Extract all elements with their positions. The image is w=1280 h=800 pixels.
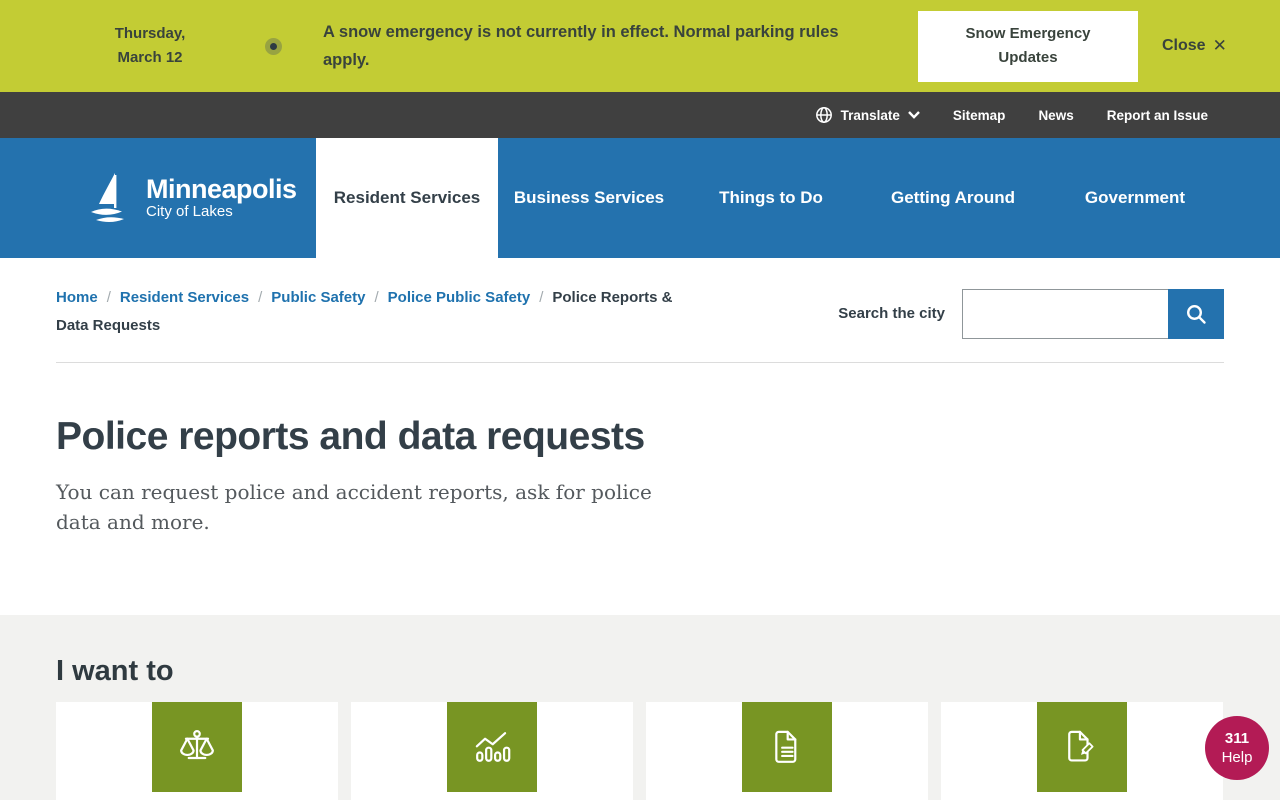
utility-link-news[interactable]: News [1038,108,1073,123]
breadcrumb-separator: / [107,289,111,306]
scales-of-justice-icon [166,716,228,778]
snow-status-dot-icon [265,38,282,55]
banner-close-button[interactable]: Close ✕ [1162,36,1227,56]
i-want-to-heading: I want to [56,655,1224,688]
tab-government[interactable]: Government [1044,138,1226,258]
breadcrumb: Home / Resident Services / Public Safety / Pol… [56,284,676,340]
snow-alert-banner: Thursday, March 12 A snow emergency is n… [0,0,1280,92]
banner-date-line2: March 12 [113,46,187,70]
card-icon-tile [447,702,537,792]
logo-subtitle: City of Lakes [146,203,297,221]
translate-label: Translate [841,108,900,123]
banner-date-line1: Thursday, [113,22,187,46]
tab-things-to-do[interactable]: Things to Do [680,138,862,258]
document-edit-icon [1051,716,1113,778]
breadcrumb-separator: / [258,289,262,306]
utility-link-sitemap[interactable]: Sitemap [953,108,1006,123]
breadcrumb-link-police-public-safety[interactable]: Police Public Safety [388,289,531,306]
main-nav: Minneapolis City of Lakes Resident Servi… [0,138,1280,258]
card-document-edit[interactable] [941,702,1223,800]
search-button[interactable] [1168,289,1224,339]
card-scales[interactable] [56,702,338,800]
search-label: Search the city [838,305,945,322]
card-chart[interactable] [351,702,633,800]
search-input[interactable] [962,289,1168,339]
card-document[interactable] [646,702,928,800]
translate-menu[interactable]: Translate [815,106,920,124]
logo-title: Minneapolis [146,175,297,203]
banner-date: Thursday, March 12 [113,22,187,70]
page-title: Police reports and data requests [56,415,1224,459]
nav-tabs: Resident Services Business Services Thin… [316,138,1226,258]
search-icon [1185,303,1207,325]
breadcrumb-separator: / [539,289,543,306]
chevron-down-icon [908,111,920,119]
card-icon-tile [1037,702,1127,792]
globe-icon [815,106,833,124]
help-311-number: 311 [1205,729,1269,748]
breadcrumb-divider [56,362,1224,363]
breadcrumb-separator: / [374,289,378,306]
help-311-button[interactable]: 311 Help [1205,716,1269,780]
logo-text: Minneapolis City of Lakes [146,175,297,221]
breadcrumb-link-public-safety[interactable]: Public Safety [271,289,365,306]
utility-link-report-an-issue[interactable]: Report an Issue [1107,108,1208,123]
page-intro: You can request police and accident repo… [56,477,701,537]
tab-getting-around[interactable]: Getting Around [862,138,1044,258]
minneapolis-logo[interactable]: Minneapolis City of Lakes [88,138,316,258]
card-icon-tile [742,702,832,792]
banner-close-label: Close [1162,37,1206,55]
document-icon [756,716,818,778]
breadcrumb-row: Home / Resident Services / Public Safety / Pol… [0,258,1280,340]
breadcrumb-link-home[interactable]: Home [56,289,98,306]
close-icon: ✕ [1213,36,1227,56]
snow-emergency-updates-button[interactable]: Snow Emergency Updates [918,11,1138,82]
breadcrumb-link-resident-services[interactable]: Resident Services [120,289,249,306]
help-311-label: Help [1205,748,1269,767]
i-want-to-section: I want to [0,615,1280,800]
bar-line-chart-icon [461,716,523,778]
tab-resident-services[interactable]: Resident Services [316,138,498,258]
i-want-to-cards [56,702,1224,800]
tab-business-services[interactable]: Business Services [498,138,680,258]
site-search: Search the city [838,287,1224,340]
utility-bar: Translate Sitemap News Report an Issue [0,92,1280,138]
sailboat-icon [88,171,134,225]
card-icon-tile [152,702,242,792]
banner-message: A snow emergency is not currently in eff… [323,18,860,74]
